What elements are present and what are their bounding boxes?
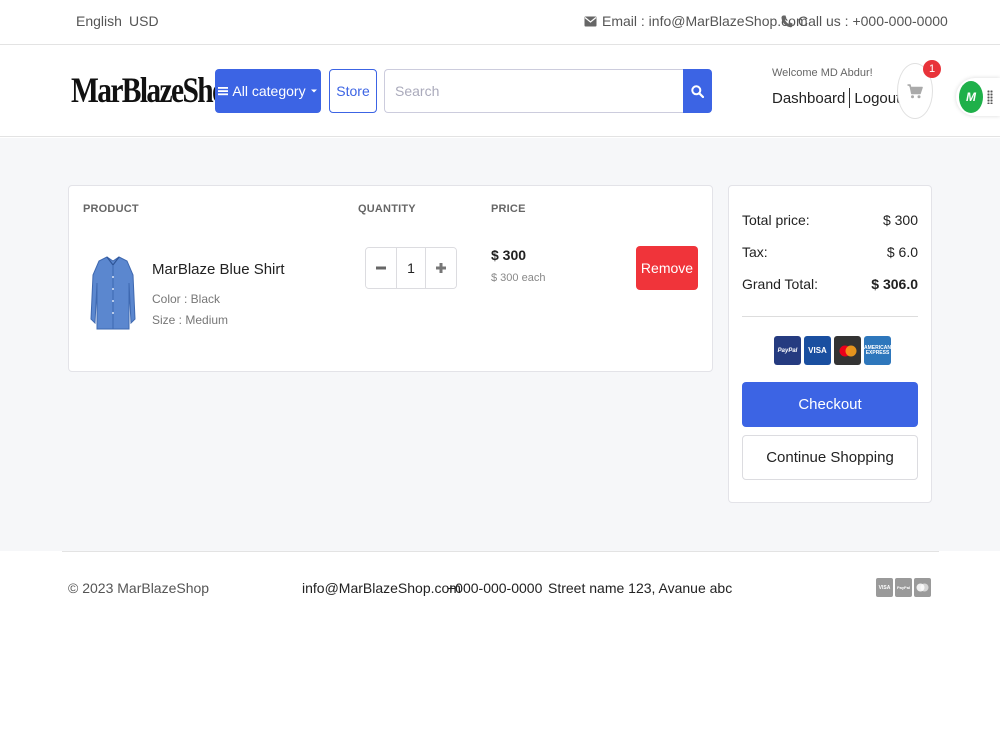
item-price: $ 300: [491, 247, 527, 263]
footer-phone[interactable]: +000-000-0000: [447, 580, 542, 596]
grand-total-row: Grand Total: $ 306.0: [742, 276, 918, 292]
total-price-value: $ 300: [882, 212, 918, 228]
plus-icon: [436, 263, 446, 273]
item-unit-price: $ 300 each: [491, 272, 546, 284]
welcome-text: Welcome MD Abdur!: [772, 67, 873, 79]
drag-handle-icon[interactable]: [987, 90, 993, 104]
site-footer: © 2023 MarBlazeShop info@MarBlazeShop.co…: [0, 551, 1000, 750]
menu-icon: [218, 87, 229, 96]
envelope-icon: [584, 16, 597, 26]
currency-selector[interactable]: USD: [129, 13, 159, 29]
phone-icon: [781, 15, 793, 27]
all-category-button[interactable]: All category: [215, 69, 321, 113]
topbar-phone: Call us : +000-000-0000: [781, 13, 948, 29]
store-button[interactable]: Store: [329, 69, 377, 113]
shopping-cart-icon: [907, 83, 923, 98]
summary-divider: [742, 316, 918, 317]
all-category-label: All category: [232, 83, 306, 99]
increase-quantity-button[interactable]: [426, 248, 456, 288]
footer-visa-text: VISA: [878, 584, 891, 591]
quantity-value[interactable]: 1: [396, 248, 426, 288]
dashboard-link[interactable]: Dashboard: [772, 90, 845, 107]
mastercard-icon: [834, 336, 861, 365]
main-header: MarBlazeShop All category Store Welcome …: [0, 45, 1000, 137]
search-icon: [691, 84, 704, 98]
language-selector[interactable]: English: [76, 13, 122, 29]
amex-text: AMERICAN EXPRESS: [864, 344, 891, 356]
column-header-product: PRODUCT: [83, 203, 139, 215]
tax-value: $ 6.0: [886, 244, 918, 260]
browser-extension-widget[interactable]: M: [956, 78, 1000, 116]
visa-icon: VISA: [876, 578, 893, 597]
topbar-email-text: Email : info@MarBlazeShop.com: [602, 13, 808, 29]
footer-address: Street name 123, Avanue abc: [548, 580, 733, 596]
visa-text: VISA: [808, 346, 827, 355]
minus-icon: [376, 266, 386, 270]
logout-link[interactable]: Logout: [854, 90, 900, 107]
top-bar: English USD Email : info@MarBlazeShop.co…: [0, 0, 1000, 45]
footer-email[interactable]: info@MarBlazeShop.com: [302, 580, 461, 596]
column-header-quantity: QUANTITY: [358, 203, 416, 215]
total-price-label: Total price:: [742, 212, 810, 228]
footer-payment-methods: VISA PayPal: [876, 578, 931, 597]
cart-items-card: PRODUCT QUANTITY PRICE MarBlaze Blue Shi…: [68, 185, 713, 372]
caret-down-icon: [310, 89, 317, 93]
total-price-row: Total price: $ 300: [742, 212, 918, 228]
product-size: Size : Medium: [152, 313, 229, 327]
payment-methods: PayPal VISA AMERICAN EXPRESS: [774, 336, 891, 365]
cart-count-badge: 1: [923, 60, 941, 78]
decrease-quantity-button[interactable]: [366, 248, 396, 288]
paypal-text: PayPal: [777, 347, 798, 354]
product-image[interactable]: [89, 253, 137, 333]
paypal-icon: PayPal: [895, 578, 912, 597]
quantity-stepper: 1: [365, 247, 457, 289]
copyright-text: © 2023 MarBlazeShop: [68, 580, 210, 596]
grand-total-value: $ 306.0: [871, 276, 918, 292]
american-express-icon: AMERICAN EXPRESS: [864, 336, 891, 365]
paypal-icon: PayPal: [774, 336, 801, 365]
grand-total-label: Grand Total:: [742, 276, 819, 292]
continue-shopping-button[interactable]: Continue Shopping: [742, 435, 918, 480]
topbar-phone-text: Call us : +000-000-0000: [798, 13, 948, 29]
extension-logo-icon: M: [959, 81, 983, 113]
checkout-button[interactable]: Checkout: [742, 382, 918, 427]
tax-label: Tax:: [742, 244, 768, 260]
tax-row: Tax: $ 6.0: [742, 244, 918, 260]
product-name[interactable]: MarBlaze Blue Shirt: [152, 261, 285, 278]
mastercard-icon: [914, 578, 931, 597]
order-summary-card: Total price: $ 300 Tax: $ 6.0 Grand Tota…: [728, 185, 932, 503]
column-header-price: PRICE: [491, 203, 526, 215]
cart-page: PRODUCT QUANTITY PRICE MarBlaze Blue Shi…: [0, 138, 1000, 551]
footer-divider: [62, 551, 939, 552]
footer-paypal-text: PayPal: [896, 585, 911, 590]
search-button[interactable]: [683, 69, 712, 113]
account-links: Dashboard Logout: [772, 88, 900, 108]
product-color: Color : Black: [152, 292, 221, 306]
link-separator: [849, 88, 851, 108]
remove-item-button[interactable]: Remove: [636, 246, 698, 290]
search-input[interactable]: [384, 69, 683, 113]
topbar-email: Email : info@MarBlazeShop.com: [584, 13, 808, 29]
visa-icon: VISA: [804, 336, 831, 365]
